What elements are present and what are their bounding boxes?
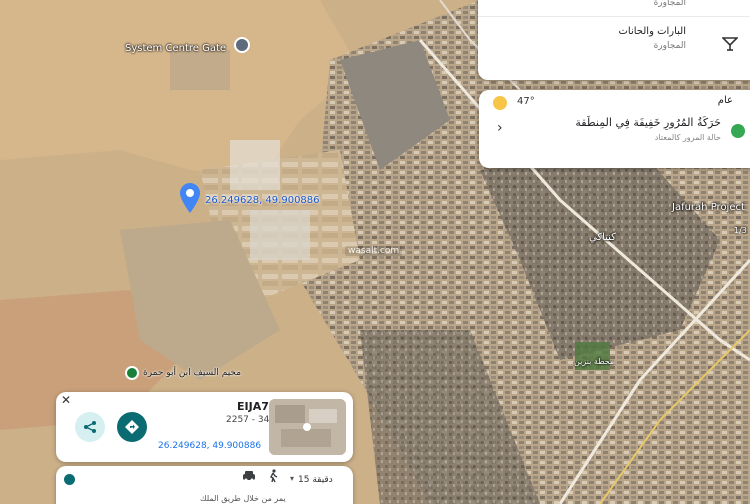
- place-card: ✕ EIJA7445 2257 - الدمام 34341 26.249628…: [56, 392, 353, 462]
- park-marker-icon[interactable]: [125, 366, 139, 380]
- traffic-status-icon: [731, 124, 745, 138]
- route-status-dot: [64, 474, 75, 485]
- route-description: يمر من خلال طريق الملك: [200, 494, 286, 503]
- sun-icon: [493, 96, 507, 110]
- thumbnail-image: [269, 399, 346, 455]
- watermark: wasalt.com: [345, 246, 403, 256]
- label-side-tag: 1/3: [734, 226, 747, 235]
- route-card[interactable]: ▾ 15 دقيقة يمر من خلال طريق الملك: [56, 466, 353, 504]
- route-time: 15 دقيقة: [298, 475, 333, 485]
- traffic-subtitle: حالة المرور كالمعتاد: [654, 133, 721, 142]
- chevron-right-icon[interactable]: ›: [497, 120, 503, 136]
- label-kantaki: كنتاكي: [589, 232, 616, 243]
- traffic-title: حَرَكَةُ المُرُورِ خَفِيفَة فِي المِنطَق…: [575, 116, 721, 129]
- dropdown-caret-icon[interactable]: ▾: [290, 474, 294, 483]
- label-system-centre: System Centre Gate: [125, 43, 227, 54]
- close-icon[interactable]: ✕: [61, 394, 71, 406]
- cocktail-icon: [722, 37, 738, 51]
- poi-marker-icon[interactable]: [234, 37, 250, 53]
- place-coordinates[interactable]: 26.249628, 49.900886: [158, 441, 261, 451]
- bars-pubs-row[interactable]: البارات والحانات المجاورة: [478, 16, 750, 56]
- bars-pubs-title: البارات والحانات: [618, 26, 687, 37]
- label-jafurah: Jafurah Project: [672, 202, 745, 213]
- share-icon: [84, 421, 96, 433]
- share-button[interactable]: [75, 412, 105, 442]
- weather-word: عام: [717, 95, 733, 106]
- place-thumbnail[interactable]: [269, 399, 346, 455]
- label-green-park: مخيم السيف ابن أبو حمرة: [143, 368, 242, 378]
- car-icon[interactable]: [242, 469, 256, 483]
- temperature: 47°: [517, 96, 535, 107]
- nearby-filter-card: المجاورة البارات والحانات المجاورة: [478, 0, 750, 80]
- previous-row-sub: المجاورة: [653, 0, 686, 8]
- walking-icon[interactable]: [266, 469, 280, 483]
- location-pin-icon[interactable]: [180, 183, 200, 213]
- directions-button[interactable]: [117, 412, 147, 442]
- directions-icon: [125, 420, 139, 434]
- label-gas-station: محطة بنزين: [574, 357, 615, 366]
- traffic-card[interactable]: 47° عام حَرَكَةُ المُرُورِ خَفِيفَة فِي …: [479, 90, 750, 168]
- bars-pubs-sub: المجاورة: [653, 41, 686, 51]
- pin-coordinates-label: 26.249628, 49.900886: [205, 195, 320, 206]
